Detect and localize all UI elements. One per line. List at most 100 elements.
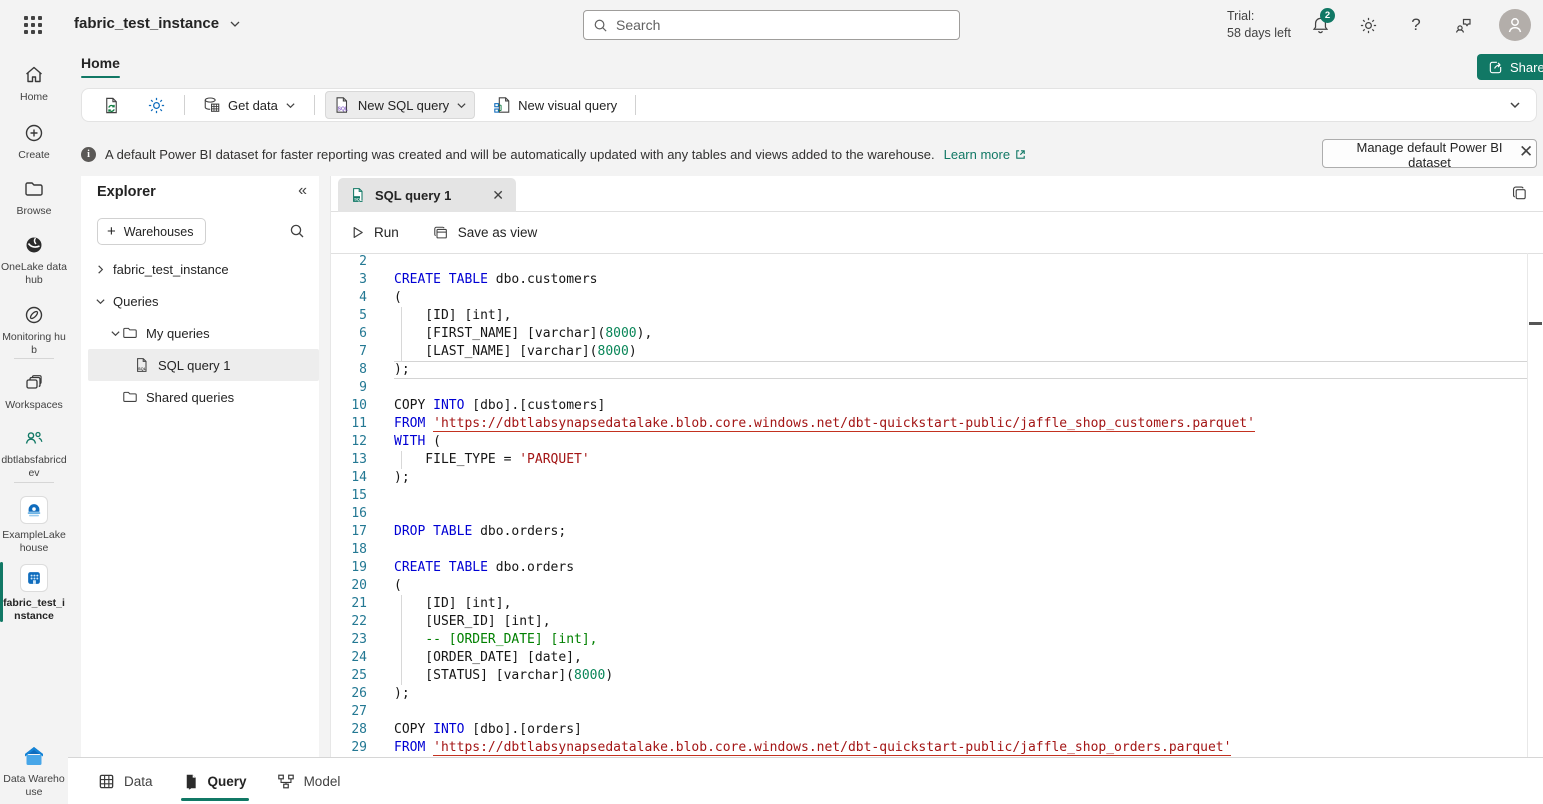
- tree-item-my-queries[interactable]: My queries: [81, 317, 319, 349]
- line-number: 17: [331, 523, 367, 541]
- rail-item-create[interactable]: Create: [0, 120, 68, 162]
- code-line-20: 20(: [331, 577, 1543, 595]
- get-data-button[interactable]: Get data: [195, 91, 304, 119]
- code-line-26: 26);: [331, 685, 1543, 703]
- share-button[interactable]: Share: [1477, 54, 1543, 80]
- chevron-down-icon[interactable]: [93, 296, 107, 307]
- top-bar: fabric_test_instance Search Trial: 58 da…: [0, 0, 1543, 50]
- code-line-23: 23 -- [ORDER_DATE] [int],: [331, 631, 1543, 649]
- explorer-panel: Explorer « + Warehouses fabric_test_inst…: [81, 176, 319, 757]
- indent-guide: [401, 613, 402, 631]
- manage-dataset-button[interactable]: Manage default Power BI dataset: [1322, 139, 1537, 168]
- ribbon-collapse-chevron[interactable]: [1508, 98, 1522, 112]
- line-number: 8: [331, 361, 367, 379]
- line-number: 12: [331, 433, 367, 451]
- banner-close-icon[interactable]: ✕: [1519, 142, 1533, 162]
- info-icon: i: [81, 147, 96, 162]
- line-text: FROM 'https://dbtlabsynapsedatalake.blob…: [394, 739, 1231, 757]
- data-warehouse-icon: [21, 744, 47, 768]
- explorer-title: Explorer: [97, 184, 156, 200]
- code-line-25: 25 [STATUS] [varchar](8000): [331, 667, 1543, 685]
- refresh-script-button[interactable]: [94, 91, 129, 120]
- banner-message: A default Power BI dataset for faster re…: [105, 147, 935, 162]
- toolbar-separator: [184, 95, 185, 115]
- rail-item-monitoring[interactable]: Monitoring hub: [0, 302, 68, 356]
- view-tab-data[interactable]: Data: [98, 773, 153, 790]
- tree-item-queries[interactable]: Queries: [81, 285, 319, 317]
- query-toolbar: Run Save as view: [331, 212, 1543, 254]
- tool-settings-button[interactable]: [139, 91, 174, 120]
- rail-item-warehouse[interactable]: fabric_test_instance: [0, 562, 68, 622]
- copy-icon[interactable]: [1511, 185, 1528, 202]
- line-text: CREATE TABLE dbo.orders: [394, 559, 574, 577]
- app-launcher-icon[interactable]: [22, 14, 44, 36]
- view-tab-query[interactable]: Query: [183, 773, 247, 790]
- code-line-6: 6 [FIRST_NAME] [varchar](8000),: [331, 325, 1543, 343]
- code-line-19: 19CREATE TABLE dbo.orders: [331, 559, 1543, 577]
- workspace-name: fabric_test_instance: [74, 15, 219, 32]
- tree-item-label: SQL query 1: [158, 358, 231, 373]
- search-placeholder: Search: [616, 17, 660, 33]
- line-number: 24: [331, 649, 367, 667]
- line-number: 3: [331, 271, 367, 289]
- chevron-down-icon: [456, 100, 467, 111]
- rail-item-workspaces[interactable]: Workspaces: [0, 370, 68, 412]
- line-number: 27: [331, 703, 367, 721]
- run-button[interactable]: Run: [350, 225, 399, 240]
- line-text: );: [394, 685, 410, 703]
- view-tab-model[interactable]: Model: [277, 773, 341, 790]
- left-rail: Home Create Browse OneLake data hub Monitori…: [0, 50, 68, 804]
- help-button[interactable]: ?: [1404, 13, 1428, 37]
- tree-item-shared-queries[interactable]: Shared queries: [81, 381, 319, 413]
- save-view-icon: [433, 225, 449, 241]
- tree-item-fabric-test-instance[interactable]: fabric_test_instance: [81, 253, 319, 285]
- new-warehouses-button[interactable]: + Warehouses: [97, 218, 206, 245]
- rail-item-dbtlabs[interactable]: dbtlabsfabricdev: [0, 425, 68, 479]
- code-line-14: 14);: [331, 469, 1543, 487]
- query-tabstrip: SQL SQL query 1 ✕: [331, 176, 1543, 212]
- person-icon: [1505, 15, 1525, 35]
- new-visual-query-button[interactable]: New visual query: [485, 91, 625, 119]
- explorer-search-icon[interactable]: [289, 223, 305, 239]
- chevron-down-icon[interactable]: [108, 328, 122, 339]
- rail-item-home[interactable]: Home: [0, 62, 68, 104]
- fabric-app: fabric_test_instance Search Trial: 58 da…: [0, 0, 1543, 804]
- workspace-switcher[interactable]: fabric_test_instance: [74, 15, 241, 32]
- ribbon-tab-home[interactable]: Home: [81, 55, 120, 78]
- save-as-view-button[interactable]: Save as view: [433, 225, 538, 241]
- learn-more-link[interactable]: Learn more: [944, 147, 1027, 162]
- rail-item-lakehouse[interactable]: ExampleLakehouse: [0, 494, 68, 554]
- tree-item-label: fabric_test_instance: [113, 262, 229, 277]
- tab-close-icon[interactable]: ✕: [492, 187, 504, 204]
- rail-item-label: fabric_test_instance: [1, 597, 67, 622]
- query-tab[interactable]: SQL SQL query 1 ✕: [338, 178, 516, 212]
- view-tab-label: Query: [208, 774, 247, 789]
- code-line-13: 13 FILE_TYPE = 'PARQUET': [331, 451, 1543, 469]
- code-line-27: 27: [331, 703, 1543, 721]
- settings-button[interactable]: [1356, 13, 1380, 37]
- create-icon: [23, 122, 45, 144]
- code-line-7: 7 [LAST_NAME] [varchar](8000): [331, 343, 1543, 361]
- svg-text:SQL: SQL: [138, 366, 147, 371]
- code-line-15: 15: [331, 487, 1543, 505]
- tree-item-sql-query-1[interactable]: SQL SQL query 1: [88, 349, 319, 381]
- collapse-panel-icon[interactable]: «: [298, 182, 307, 200]
- rail-item-dw[interactable]: Data Warehouse: [0, 742, 68, 798]
- warehouse-icon: [20, 564, 48, 592]
- account-avatar[interactable]: [1499, 9, 1531, 41]
- chevron-right-icon[interactable]: [93, 264, 107, 275]
- line-text: (: [394, 289, 402, 307]
- rail-item-onelake[interactable]: OneLake data hub: [0, 232, 68, 286]
- rail-item-label: Browse: [1, 205, 67, 218]
- browse-icon: [23, 178, 45, 200]
- new-sql-query-button[interactable]: SQL New SQL query: [325, 91, 475, 119]
- onelake-icon: [23, 234, 45, 256]
- rail-item-browse[interactable]: Browse: [0, 176, 68, 218]
- chevron-down-icon: [285, 100, 296, 111]
- sql-editor[interactable]: 23CREATE TABLE dbo.customers4(5 [ID] [in…: [331, 253, 1543, 757]
- search-input[interactable]: Search: [583, 10, 960, 40]
- chevron-down-icon: [229, 18, 241, 30]
- editor-overview-ruler: [1527, 253, 1528, 757]
- line-text: FILE_TYPE = 'PARQUET': [394, 451, 590, 469]
- feedback-button[interactable]: [1451, 13, 1475, 37]
